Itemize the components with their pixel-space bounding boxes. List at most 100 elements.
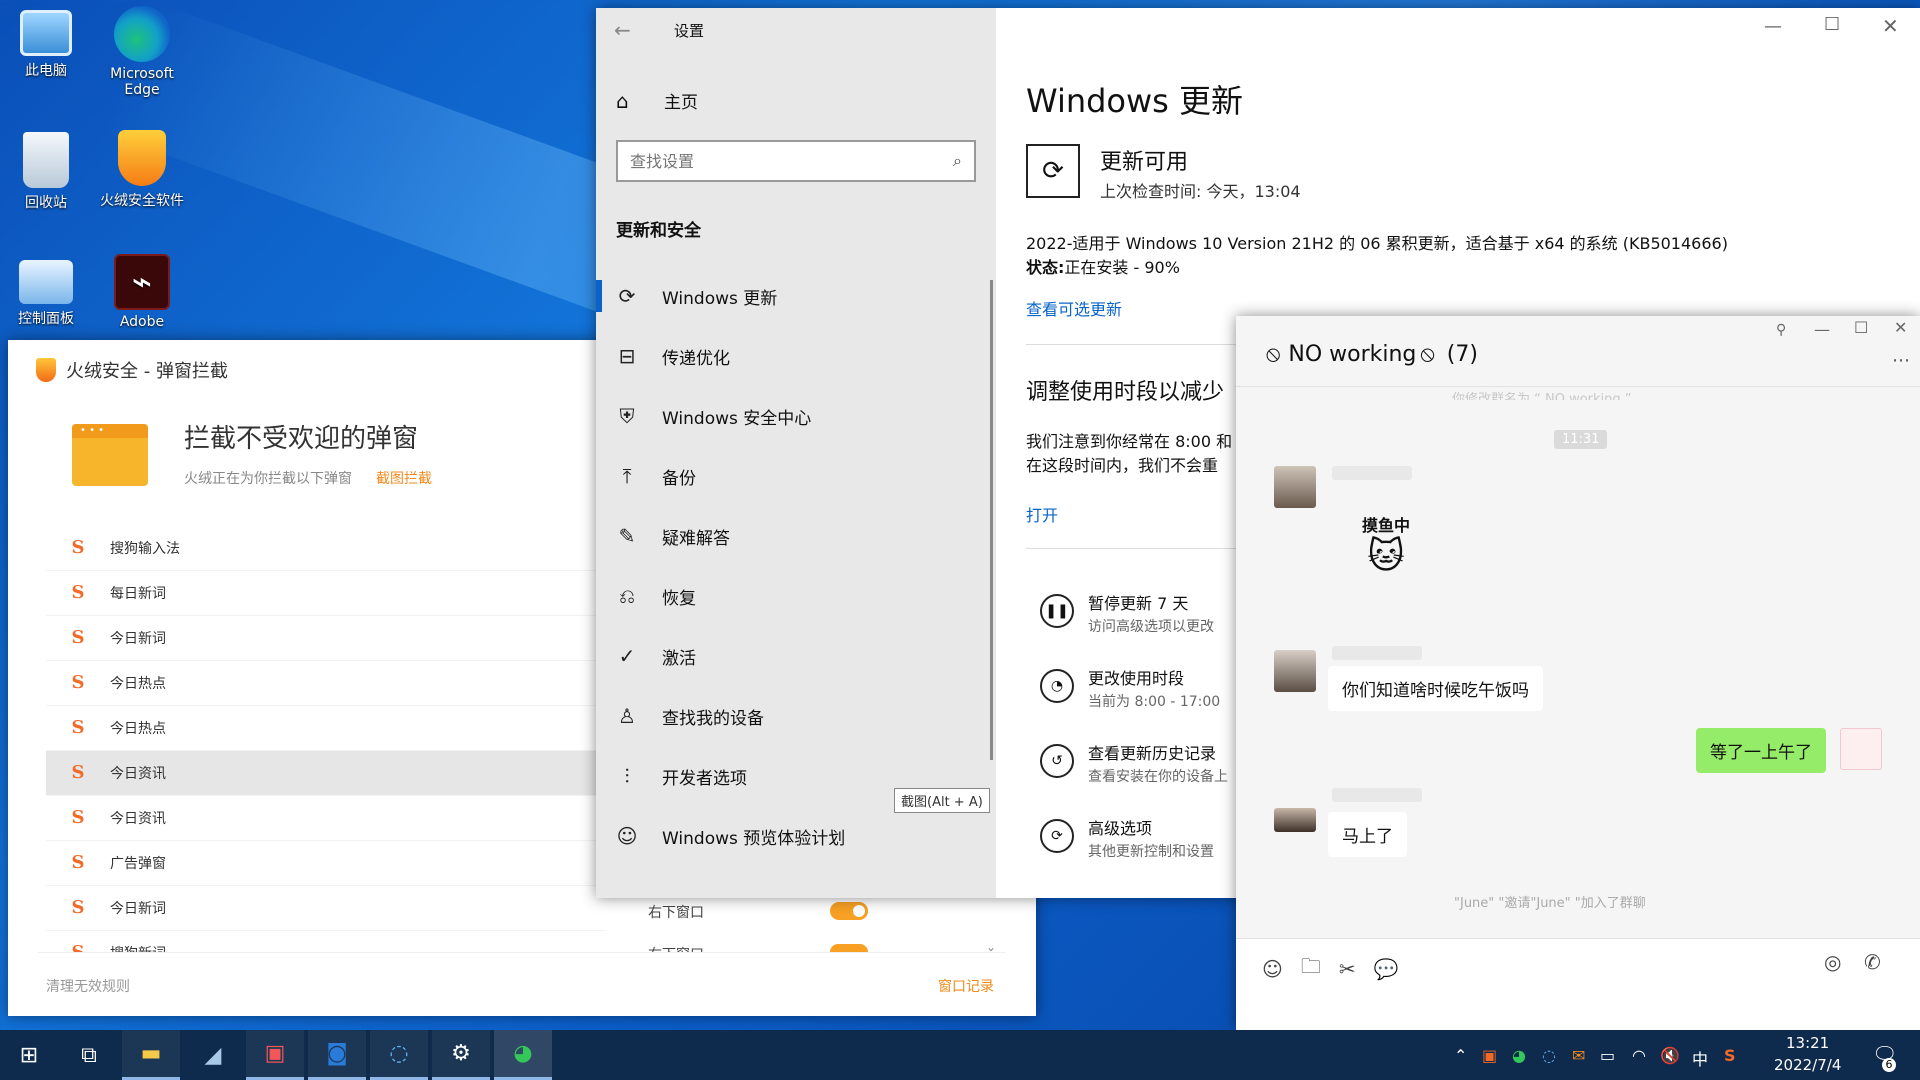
start-button[interactable]: ⊞	[0, 1030, 58, 1080]
list-item[interactable]: S 今日热点	[46, 661, 606, 706]
view-optional-updates-link[interactable]: 查看可选更新	[1026, 296, 1122, 320]
desktop-icon-adobe[interactable]: ⌁ Adobe	[92, 254, 192, 330]
maximize-button[interactable]: ☐	[1824, 14, 1840, 35]
more-options-icon[interactable]: ⋯	[1892, 350, 1910, 371]
nav-windows-insider[interactable]: ☺ Windows 预览体验计划	[596, 810, 996, 862]
chat-message[interactable]: 马上了	[1328, 812, 1407, 857]
sogou-icon: S	[71, 807, 85, 828]
chat-close-button[interactable]: ✕	[1894, 318, 1907, 337]
app-taskbar-icon[interactable]: ◢	[184, 1030, 242, 1080]
chat-maximize-button[interactable]: ☐	[1854, 318, 1868, 337]
window-records-link[interactable]: 窗口记录	[938, 976, 994, 996]
list-item[interactable]: S 今日新词	[46, 886, 606, 931]
minimize-button[interactable]: —	[1764, 16, 1782, 37]
settings-search-input[interactable]	[630, 151, 954, 171]
nav-home[interactable]: ⌂ 主页	[616, 88, 698, 114]
chat-message[interactable]: 你们知道啥时候吃午饭吗	[1328, 666, 1543, 711]
search-icon[interactable]: ⌕	[953, 151, 962, 171]
outlook-taskbar-icon[interactable]: ◙	[308, 1030, 366, 1080]
live-icon[interactable]: ◎	[1824, 950, 1841, 974]
emoji-icon[interactable]: ☺	[1262, 957, 1283, 981]
wechat-taskbar-icon[interactable]: ◕	[494, 1030, 552, 1080]
chat-bubble-icon[interactable]: 💬	[1374, 957, 1399, 981]
option-update-history[interactable]: ↺ 查看更新历史记录 查看安装在你的设备上	[1040, 740, 1228, 786]
desktop-icon-huorong[interactable]: 火绒安全软件	[92, 130, 192, 210]
calendar-app-taskbar-icon[interactable]: ▣	[246, 1030, 304, 1080]
list-item[interactable]: S 广告弹窗	[46, 841, 606, 886]
nav-backup[interactable]: ⤒ 备份	[596, 450, 996, 502]
nav-scrollbar[interactable]	[990, 280, 993, 760]
clock-date[interactable]: 2022/7/4	[1774, 1056, 1841, 1074]
close-button[interactable]: ✕	[1882, 14, 1899, 38]
huorong-heading: 拦截不受欢迎的弹窗	[184, 424, 419, 454]
show-hidden-icons[interactable]: ⌃	[1454, 1046, 1467, 1065]
chat-message-self[interactable]: 等了一上午了	[1696, 728, 1826, 773]
chat-minimize-button[interactable]: —	[1814, 320, 1830, 339]
screenshot-intercept-link[interactable]: 截图拦截	[376, 468, 432, 488]
update-status-title: 更新可用	[1100, 150, 1189, 175]
browser-taskbar-icon[interactable]: ◌	[370, 1030, 428, 1080]
desktop-icon-control-panel[interactable]: 控制面板	[0, 260, 96, 328]
avatar[interactable]	[1274, 808, 1316, 832]
list-item[interactable]: S 每日新词	[46, 571, 606, 616]
nav-activation[interactable]: ✓ 激活	[596, 630, 996, 682]
tray-app-icon[interactable]: ◌	[1542, 1046, 1556, 1065]
list-item-selected[interactable]: S 今日资讯	[46, 751, 606, 796]
self-avatar[interactable]	[1840, 728, 1882, 770]
option-advanced[interactable]: ⟳ 高级选项 其他更新控制和设置	[1040, 815, 1214, 861]
chat-header: ⦸ NO working ⦸ (7)	[1266, 342, 1478, 367]
desktop-icon-recycle-bin[interactable]: 回收站	[0, 132, 96, 212]
person-pin-icon: ♙	[618, 704, 636, 728]
toggle-switch[interactable]	[830, 902, 868, 920]
sogou-tray-icon[interactable]: S	[1724, 1046, 1736, 1065]
nav-recovery[interactable]: ⎌ 恢复	[596, 570, 996, 622]
task-view-button[interactable]: ⧉	[60, 1030, 118, 1080]
tray-app-icon[interactable]: ✉	[1572, 1046, 1585, 1065]
status-value: 正在安装 - 90%	[1064, 258, 1180, 277]
phone-icon[interactable]: ✆	[1864, 950, 1881, 974]
network-icon[interactable]: ◠	[1632, 1046, 1646, 1065]
sogou-icon: S	[71, 672, 85, 693]
list-item[interactable]: S搜狗新词	[46, 931, 606, 953]
ime-indicator[interactable]: 中	[1692, 1046, 1708, 1070]
folder-icon[interactable]: 🗀	[1301, 952, 1321, 986]
clean-invalid-rules-link[interactable]: 清理无效规则	[46, 976, 130, 996]
nav-delivery-optimization[interactable]: ⊟ 传递优化	[596, 330, 996, 382]
settings-search-box[interactable]: ⌕	[616, 140, 976, 182]
toggle-switch[interactable]	[830, 944, 868, 952]
volume-muted-icon[interactable]: 🔇	[1660, 1046, 1680, 1065]
list-item[interactable]: S 今日资讯	[46, 796, 606, 841]
nav-windows-update[interactable]: ⟳ Windows 更新	[596, 270, 996, 322]
nav-find-my-device[interactable]: ♙ 查找我的设备	[596, 690, 996, 742]
settings-nav-pane: ← 设置 ⌂ 主页 ⌕ 更新和安全 ⟳Windows 更新 ⊟传递优化 ⛨Win…	[596, 8, 996, 898]
nav-windows-security[interactable]: ⛨ Windows 安全中心	[596, 390, 996, 442]
history-icon: ↺	[1040, 744, 1074, 778]
battery-icon[interactable]: ▭	[1600, 1046, 1615, 1065]
desktop-icon-edge[interactable]: Microsoft Edge	[92, 6, 192, 98]
list-item[interactable]: S 搜狗输入法	[46, 526, 606, 571]
intercept-list: S 搜狗输入法 S 每日新词 S 今日新词 S 今日热点 S 今日热点 S 今日资讯 S 今日…	[46, 526, 606, 952]
scissors-icon[interactable]: ✂	[1339, 957, 1356, 981]
pin-icon[interactable]: ⚲	[1776, 322, 1786, 338]
option-pause-updates[interactable]: ❚❚ 暂停更新 7 天访问高级选项以更改	[1040, 590, 1214, 636]
back-arrow-icon[interactable]: ←	[614, 18, 631, 42]
avatar[interactable]	[1274, 650, 1316, 692]
tray-app-icon[interactable]: ▣	[1482, 1046, 1497, 1065]
list-item[interactable]: S 今日新词	[46, 616, 606, 661]
sticker-image[interactable]: 摸鱼中 🐱	[1354, 512, 1418, 592]
avatar[interactable]	[1274, 466, 1316, 508]
sogou-icon: S	[71, 582, 85, 603]
settings-taskbar-icon[interactable]: ⚙	[432, 1030, 490, 1080]
desktop-icon-this-pc[interactable]: 此电脑	[0, 10, 96, 80]
screenshot-tooltip: 截图(Alt + A)	[894, 788, 990, 813]
recycle-bin-icon	[23, 132, 69, 188]
list-item[interactable]: S 今日热点	[46, 706, 606, 751]
option-change-active-hours[interactable]: ◔ 更改使用时段 当前为 8:00 - 17:00	[1040, 665, 1220, 711]
clock-time[interactable]: 13:21	[1786, 1034, 1829, 1052]
chat-title: NO working	[1288, 342, 1417, 367]
wechat-tray-icon[interactable]: ◕	[1512, 1046, 1526, 1065]
nav-troubleshoot[interactable]: ✎ 疑难解答	[596, 510, 996, 562]
file-explorer-taskbar-icon[interactable]: ▬	[122, 1030, 180, 1080]
turn-on-link[interactable]: 打开	[1026, 502, 1058, 526]
huorong-title: 火绒安全 - 弹窗拦截	[66, 361, 228, 382]
